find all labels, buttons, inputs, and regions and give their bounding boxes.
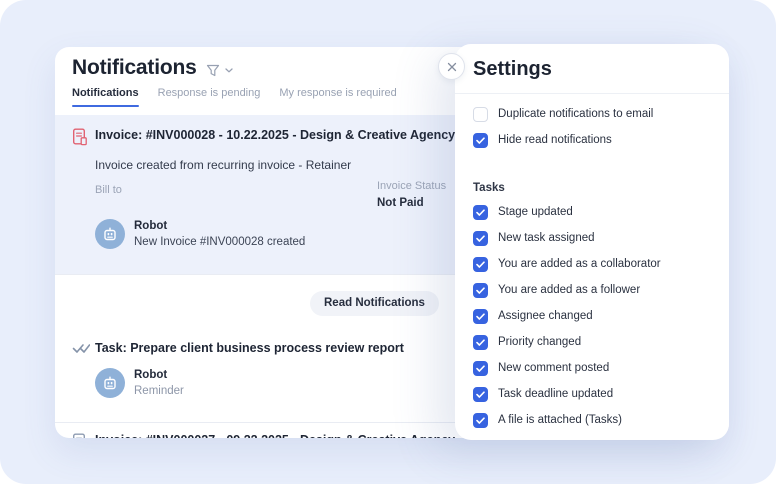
close-button[interactable] xyxy=(438,53,465,80)
option-label: You are added as a follower xyxy=(498,284,640,296)
option-added-as-follower[interactable]: You are added as a follower xyxy=(473,277,711,303)
checkbox-tick-icon xyxy=(476,287,485,294)
tab-response-pending[interactable]: Response is pending xyxy=(158,87,261,107)
notification-title: Task: Prepare client business process re… xyxy=(95,341,404,356)
option-label: Assignee changed xyxy=(498,310,593,322)
option-assignee-changed[interactable]: Assignee changed xyxy=(473,303,711,329)
filter-button[interactable] xyxy=(206,64,233,77)
checkbox[interactable] xyxy=(473,283,488,298)
option-duplicate-notifications-email[interactable]: Duplicate notifications to email xyxy=(473,101,711,127)
filter-funnel-icon xyxy=(206,64,220,77)
option-hide-read-notifications[interactable]: Hide read notifications xyxy=(473,127,711,153)
option-stage-updated[interactable]: Stage updated xyxy=(473,199,711,225)
checkbox-tick-icon xyxy=(476,417,485,424)
option-added-as-collaborator[interactable]: You are added as a collaborator xyxy=(473,251,711,277)
settings-title: Settings xyxy=(473,58,552,80)
option-label: Duplicate notifications to email xyxy=(498,108,653,120)
checkbox-tick-icon xyxy=(476,137,485,144)
option-label: A file is attached (Tasks) xyxy=(498,414,622,426)
checkbox-tick-icon xyxy=(476,209,485,216)
option-label: You are added as a collaborator xyxy=(498,258,661,270)
invoice-status-value: Not Paid xyxy=(377,197,446,209)
checkbox[interactable] xyxy=(473,387,488,402)
checkbox-tick-icon xyxy=(476,365,485,372)
option-task-deadline-updated[interactable]: Task deadline updated xyxy=(473,381,711,407)
invoice-icon xyxy=(72,128,95,151)
tasks-section-title: Tasks xyxy=(473,182,711,194)
option-label: New task assigned xyxy=(498,232,595,244)
settings-body: Duplicate notifications to email Hide re… xyxy=(455,94,729,433)
actor-name: Robot xyxy=(134,369,184,381)
option-new-comment-posted[interactable]: New comment posted xyxy=(473,355,711,381)
close-icon xyxy=(447,62,457,72)
checkbox[interactable] xyxy=(473,335,488,350)
checkbox[interactable] xyxy=(473,107,488,122)
settings-panel: Settings Duplicate notifications to emai… xyxy=(455,44,729,440)
actor-action: Reminder xyxy=(134,385,184,397)
checkbox-tick-icon xyxy=(476,313,485,320)
option-label: Priority changed xyxy=(498,336,581,348)
read-notifications-button[interactable]: Read Notifications xyxy=(310,291,439,316)
robot-avatar-icon xyxy=(95,219,125,249)
notification-title: Invoice: #INV000027 - 09.22.2025 - Desig… xyxy=(95,433,455,438)
checkbox-tick-icon xyxy=(476,391,485,398)
double-check-icon xyxy=(72,341,95,359)
checkbox[interactable] xyxy=(473,413,488,428)
app-window: Notifications Notifications Response is … xyxy=(0,0,776,484)
checkbox[interactable] xyxy=(473,133,488,148)
tab-notifications[interactable]: Notifications xyxy=(72,87,139,107)
option-label: Hide read notifications xyxy=(498,134,612,146)
tab-my-response-required[interactable]: My response is required xyxy=(279,87,396,107)
bill-to-label: Bill to xyxy=(95,184,122,196)
checkbox[interactable] xyxy=(473,231,488,246)
option-priority-changed[interactable]: Priority changed xyxy=(473,329,711,355)
option-label: Task deadline updated xyxy=(498,388,613,400)
option-label: Stage updated xyxy=(498,206,573,218)
settings-header: Settings xyxy=(455,44,729,94)
chevron-down-icon xyxy=(225,68,233,73)
checkbox-tick-icon xyxy=(476,339,485,346)
option-new-task-assigned[interactable]: New task assigned xyxy=(473,225,711,251)
checkbox[interactable] xyxy=(473,361,488,376)
invoice-icon xyxy=(72,433,95,438)
option-file-attached-tasks[interactable]: A file is attached (Tasks) xyxy=(473,407,711,433)
invoice-status-label: Invoice Status xyxy=(377,180,446,192)
notification-title: Invoice: #INV000028 - 10.22.2025 - Desig… xyxy=(95,128,455,143)
checkbox-tick-icon xyxy=(476,235,485,242)
actor-name: Robot xyxy=(134,220,305,232)
checkbox[interactable] xyxy=(473,205,488,220)
robot-avatar-icon xyxy=(95,368,125,398)
checkbox[interactable] xyxy=(473,309,488,324)
checkbox[interactable] xyxy=(473,257,488,272)
actor-action: New Invoice #INV000028 created xyxy=(134,236,305,248)
notifications-title: Notifications xyxy=(72,56,197,80)
option-label: New comment posted xyxy=(498,362,609,374)
checkbox-tick-icon xyxy=(476,261,485,268)
